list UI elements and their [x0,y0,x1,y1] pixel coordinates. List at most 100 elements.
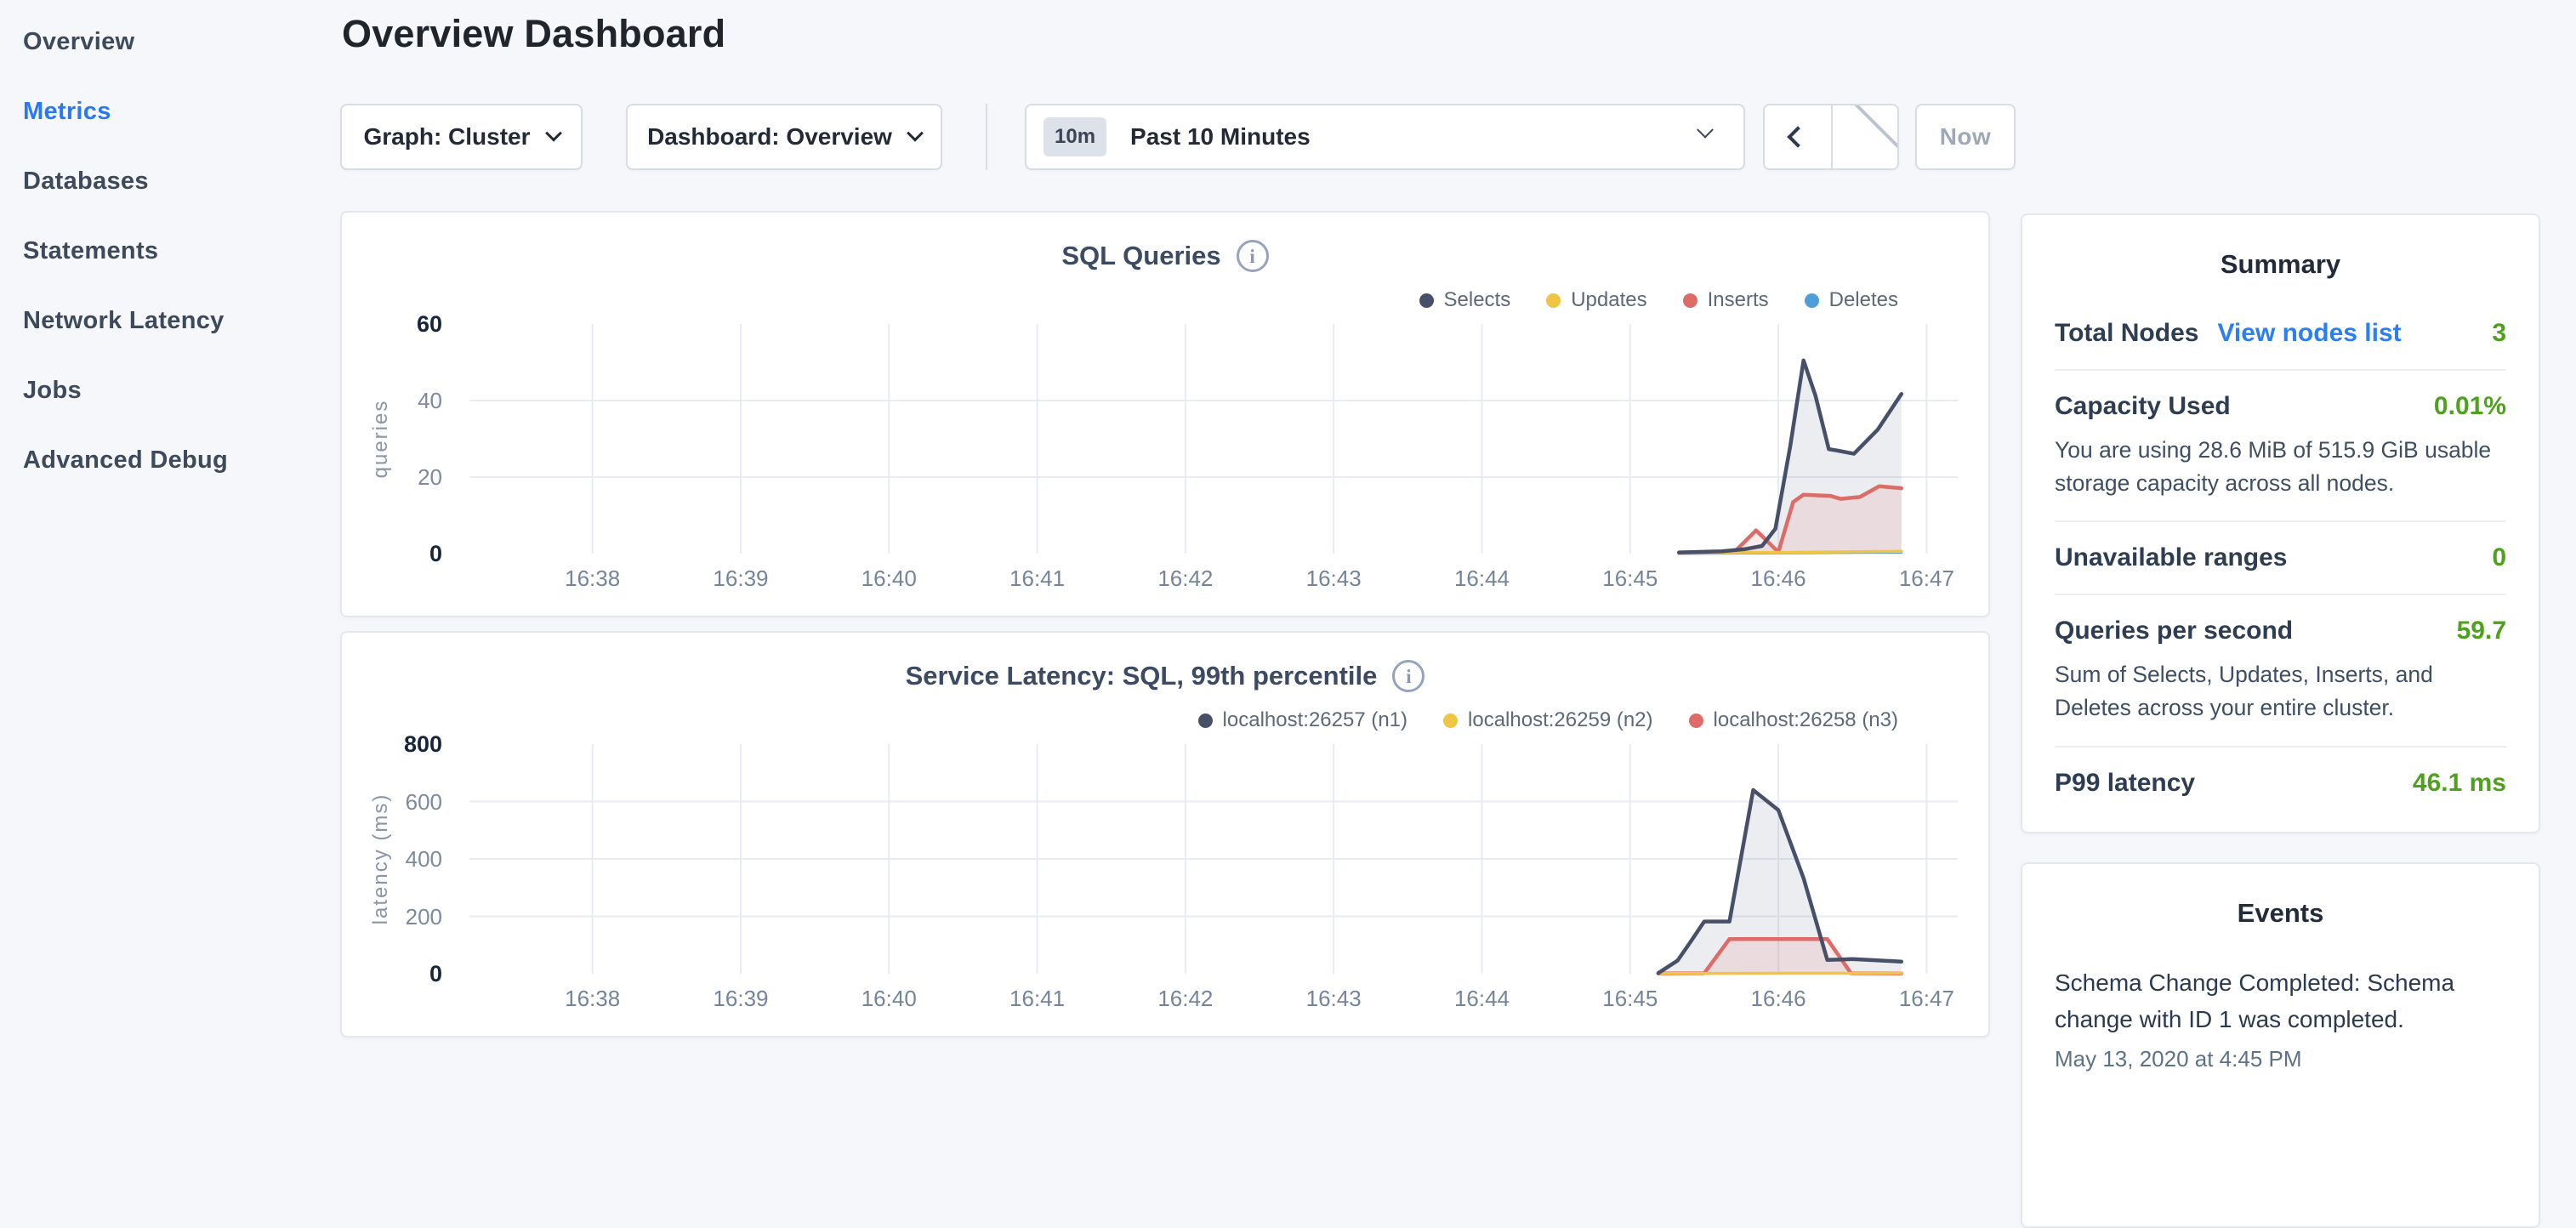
summary-row-top: Capacity Used 0.01% [2055,392,2506,421]
y-tick-label: 600 [357,788,442,816]
summary-row-capacity-used: Capacity Used 0.01% You are using 28.6 MiB… [2055,369,2506,499]
x-tick-label: 16:41 [970,566,1106,592]
summary-row-value: 0.01% [2434,392,2506,421]
x-tick-label: 16:40 [821,986,957,1012]
chevron-down-icon [1697,122,1714,139]
time-range-label: Past 10 Minutes [1130,123,1311,151]
time-prev-button[interactable] [1765,105,1831,168]
time-next-button[interactable] [1831,105,1897,168]
legend-dot-icon [1546,293,1561,308]
summary-row-queries-per-second: Queries per second59.7Sum of Selects, Up… [2055,594,2506,724]
x-tick-label: 16:43 [1265,566,1402,592]
info-icon[interactable]: i [1237,240,1269,272]
legend-label: Inserts [1708,288,1769,312]
x-tick-label: 16:42 [1117,986,1254,1012]
toolbar: Graph: Cluster Dashboard: Overview 10m P… [340,104,1990,170]
sidebar-item-databases[interactable]: Databases [0,146,340,216]
view-nodes-list-link[interactable]: View nodes list [2217,319,2401,348]
x-tick-label: 16:46 [1710,566,1846,592]
summary-row-value: 0 [2492,543,2506,572]
y-tick-label: 0 [357,960,442,987]
x-tick-label: 16:47 [1858,986,1994,1012]
app-root: OverviewMetricsDatabasesStatementsNetwor… [0,0,2576,1051]
dashboard-dropdown-label: Dashboard: Overview [647,123,892,151]
legend-dot-icon [1805,293,1819,308]
x-tick-label: 16:39 [673,566,809,592]
time-range-selector[interactable]: 10m Past 10 Minutes [1025,104,1745,170]
x-tick-label: 16:44 [1413,986,1550,1012]
graph-dropdown[interactable]: Graph: Cluster [340,104,583,170]
legend-item-selects: Selects [1419,288,1511,312]
events-panel: Events Schema Change Completed: Schema c… [2021,862,2540,1228]
sidebar-item-metrics[interactable]: Metrics [0,77,340,146]
legend-label: Selects [1444,288,1511,312]
x-tick-label: 16:44 [1413,566,1550,592]
chart-plot-area[interactable] [469,744,1958,974]
graph-dropdown-label: Graph: Cluster [363,123,530,151]
chevron-down-icon [545,125,562,142]
y-tick-label: 60 [357,310,442,338]
chart-header: SQL Queriesi [342,240,1988,272]
sidebar-item-network-latency[interactable]: Network Latency [0,286,340,355]
summary-row-description: You are using 28.6 MiB of 515.9 GiB usab… [2055,434,2506,499]
summary-row-value: 3 [2492,319,2506,348]
legend-label: localhost:26258 (n3) [1714,708,1898,732]
event-list-item[interactable]: Schema Change Completed: Schema change w… [2055,964,2506,1072]
x-tick-label: 16:41 [970,986,1106,1012]
sidebar-item-overview[interactable]: Overview [0,7,340,77]
x-tick-label: 16:38 [525,986,661,1012]
legend-item-deletes: Deletes [1805,288,1898,312]
summary-row-label: Capacity Used [2055,392,2231,421]
y-tick-label: 0 [357,540,442,567]
legend-item-localhost-26258-n3: localhost:26258 (n3) [1689,708,1898,732]
time-step-buttons [1763,104,1899,170]
legend-dot-icon [1683,293,1697,308]
charts-container: SQL QueriesiSelectsUpdatesInsertsDeletes… [340,211,1990,1038]
legend-item-inserts: Inserts [1683,288,1769,312]
dashboard-dropdown[interactable]: Dashboard: Overview [626,104,942,170]
legend-dot-icon [1443,713,1458,728]
page-title: Overview Dashboard [342,12,1990,56]
summary-row-value: 59.7 [2457,617,2506,645]
event-text: Schema Change Completed: Schema change w… [2055,964,2506,1038]
x-tick-label: 16:45 [1562,986,1698,1012]
chart-card-sql-queries: SQL QueriesiSelectsUpdatesInsertsDeletes… [340,211,1990,617]
right-sidebar: Summary Total Nodes View nodes list 3 Capac… [2021,0,2540,1051]
summary-row-top: P99 latency46.1 ms [2055,769,2506,798]
summary-title: Summary [2055,249,2506,280]
sidebar: OverviewMetricsDatabasesStatementsNetwor… [0,0,340,1051]
summary-row-top: Unavailable ranges 0 [2055,543,2506,572]
summary-panel: Summary Total Nodes View nodes list 3 Capac… [2021,213,2540,833]
legend-dot-icon [1198,713,1213,728]
x-tick-label: 16:47 [1858,566,1994,592]
legend-item-localhost-26259-n2: localhost:26259 (n2) [1443,708,1652,732]
chart-header: Service Latency: SQL, 99th percentilei [342,660,1988,692]
x-tick-label: 16:42 [1117,566,1254,592]
summary-rows: Total Nodes View nodes list 3 Capacity Used… [2055,319,2506,798]
legend-label: localhost:26259 (n2) [1468,708,1652,732]
y-tick-label: 800 [357,731,442,758]
event-timestamp: May 13, 2020 at 4:45 PM [2055,1046,2506,1072]
chart-plot-area[interactable] [469,324,1958,554]
sidebar-item-jobs[interactable]: Jobs [0,355,340,425]
summary-row-label: Unavailable ranges [2055,543,2287,572]
legend-item-localhost-26257-n1: localhost:26257 (n1) [1198,708,1407,732]
now-button[interactable]: Now [1915,104,2016,170]
summary-row-unavailable-ranges: Unavailable ranges 0 [2055,520,2506,572]
sidebar-item-advanced-debug[interactable]: Advanced Debug [0,425,340,495]
x-tick-label: 16:38 [525,566,661,592]
summary-row-p99-latency: P99 latency46.1 ms [2055,746,2506,798]
sidebar-nav-list: OverviewMetricsDatabasesStatementsNetwor… [0,7,340,495]
sidebar-item-statements[interactable]: Statements [0,216,340,286]
time-range-badge: 10m [1043,117,1106,156]
events-title: Events [2055,898,2506,929]
chevron-down-icon [907,125,924,142]
x-tick-label: 16:43 [1265,986,1402,1012]
main-content: Overview Dashboard Graph: Cluster Dashbo… [340,0,1990,1051]
summary-row-label: Total Nodes [2055,319,2198,348]
y-tick-label: 40 [357,387,442,414]
legend-dot-icon [1419,293,1434,308]
info-icon[interactable]: i [1392,660,1424,692]
summary-row-top: Total Nodes View nodes list 3 [2055,319,2506,348]
x-tick-label: 16:39 [673,986,809,1012]
